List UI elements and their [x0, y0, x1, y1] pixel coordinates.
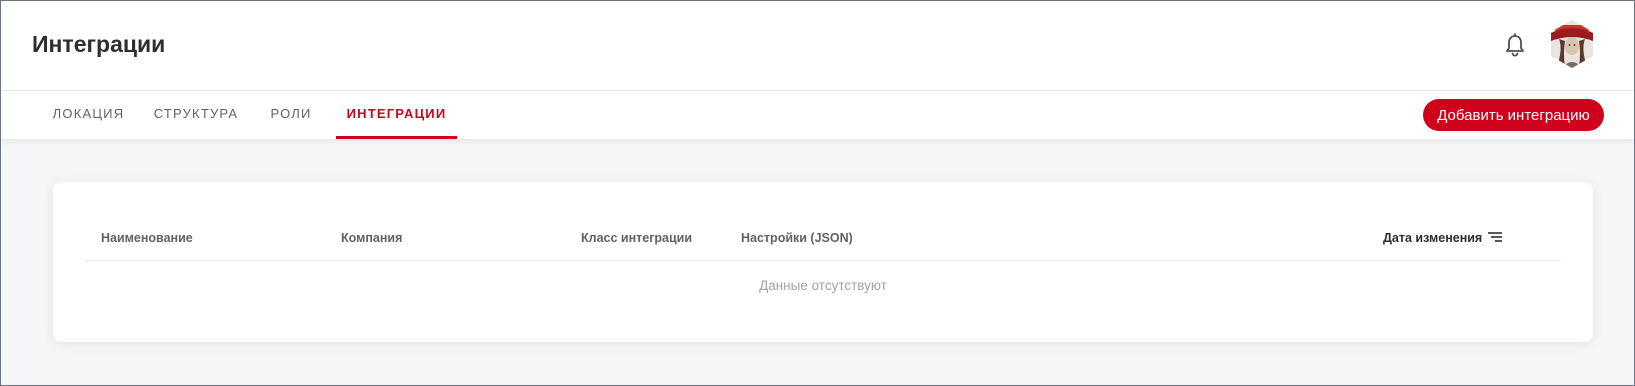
- tabs-bar: Локация Структура Роли Интеграции Добави…: [1, 91, 1634, 139]
- tab-integrations[interactable]: Интеграции: [336, 91, 457, 139]
- column-header-modified-date[interactable]: Дата изменения: [1383, 231, 1482, 245]
- tab-roles[interactable]: Роли: [263, 91, 319, 139]
- tab-structure[interactable]: Структура: [146, 91, 246, 139]
- tab-location[interactable]: Локация: [41, 91, 136, 139]
- column-header-company[interactable]: Компания: [341, 231, 402, 245]
- add-integration-button[interactable]: Добавить интеграцию: [1423, 99, 1604, 131]
- sort-lines-icon[interactable]: [1487, 231, 1503, 243]
- integrations-table-card: Наименование Компания Класс интеграции Н…: [53, 182, 1593, 342]
- avatar[interactable]: [1549, 19, 1595, 69]
- empty-state-text: Данные отсутствуют: [759, 278, 887, 293]
- active-tab-indicator: [336, 136, 457, 139]
- table-header-divider: [85, 260, 1561, 261]
- bell-icon[interactable]: [1504, 33, 1526, 57]
- page-header: Интеграции: [1, 1, 1634, 91]
- column-header-name[interactable]: Наименование: [101, 231, 193, 245]
- page-title: Интеграции: [32, 31, 166, 57]
- column-header-integration-class[interactable]: Класс интеграции: [581, 231, 692, 245]
- column-header-settings-json[interactable]: Настройки (JSON): [741, 231, 853, 245]
- app-frame: Интеграции Локация Струк: [0, 0, 1635, 386]
